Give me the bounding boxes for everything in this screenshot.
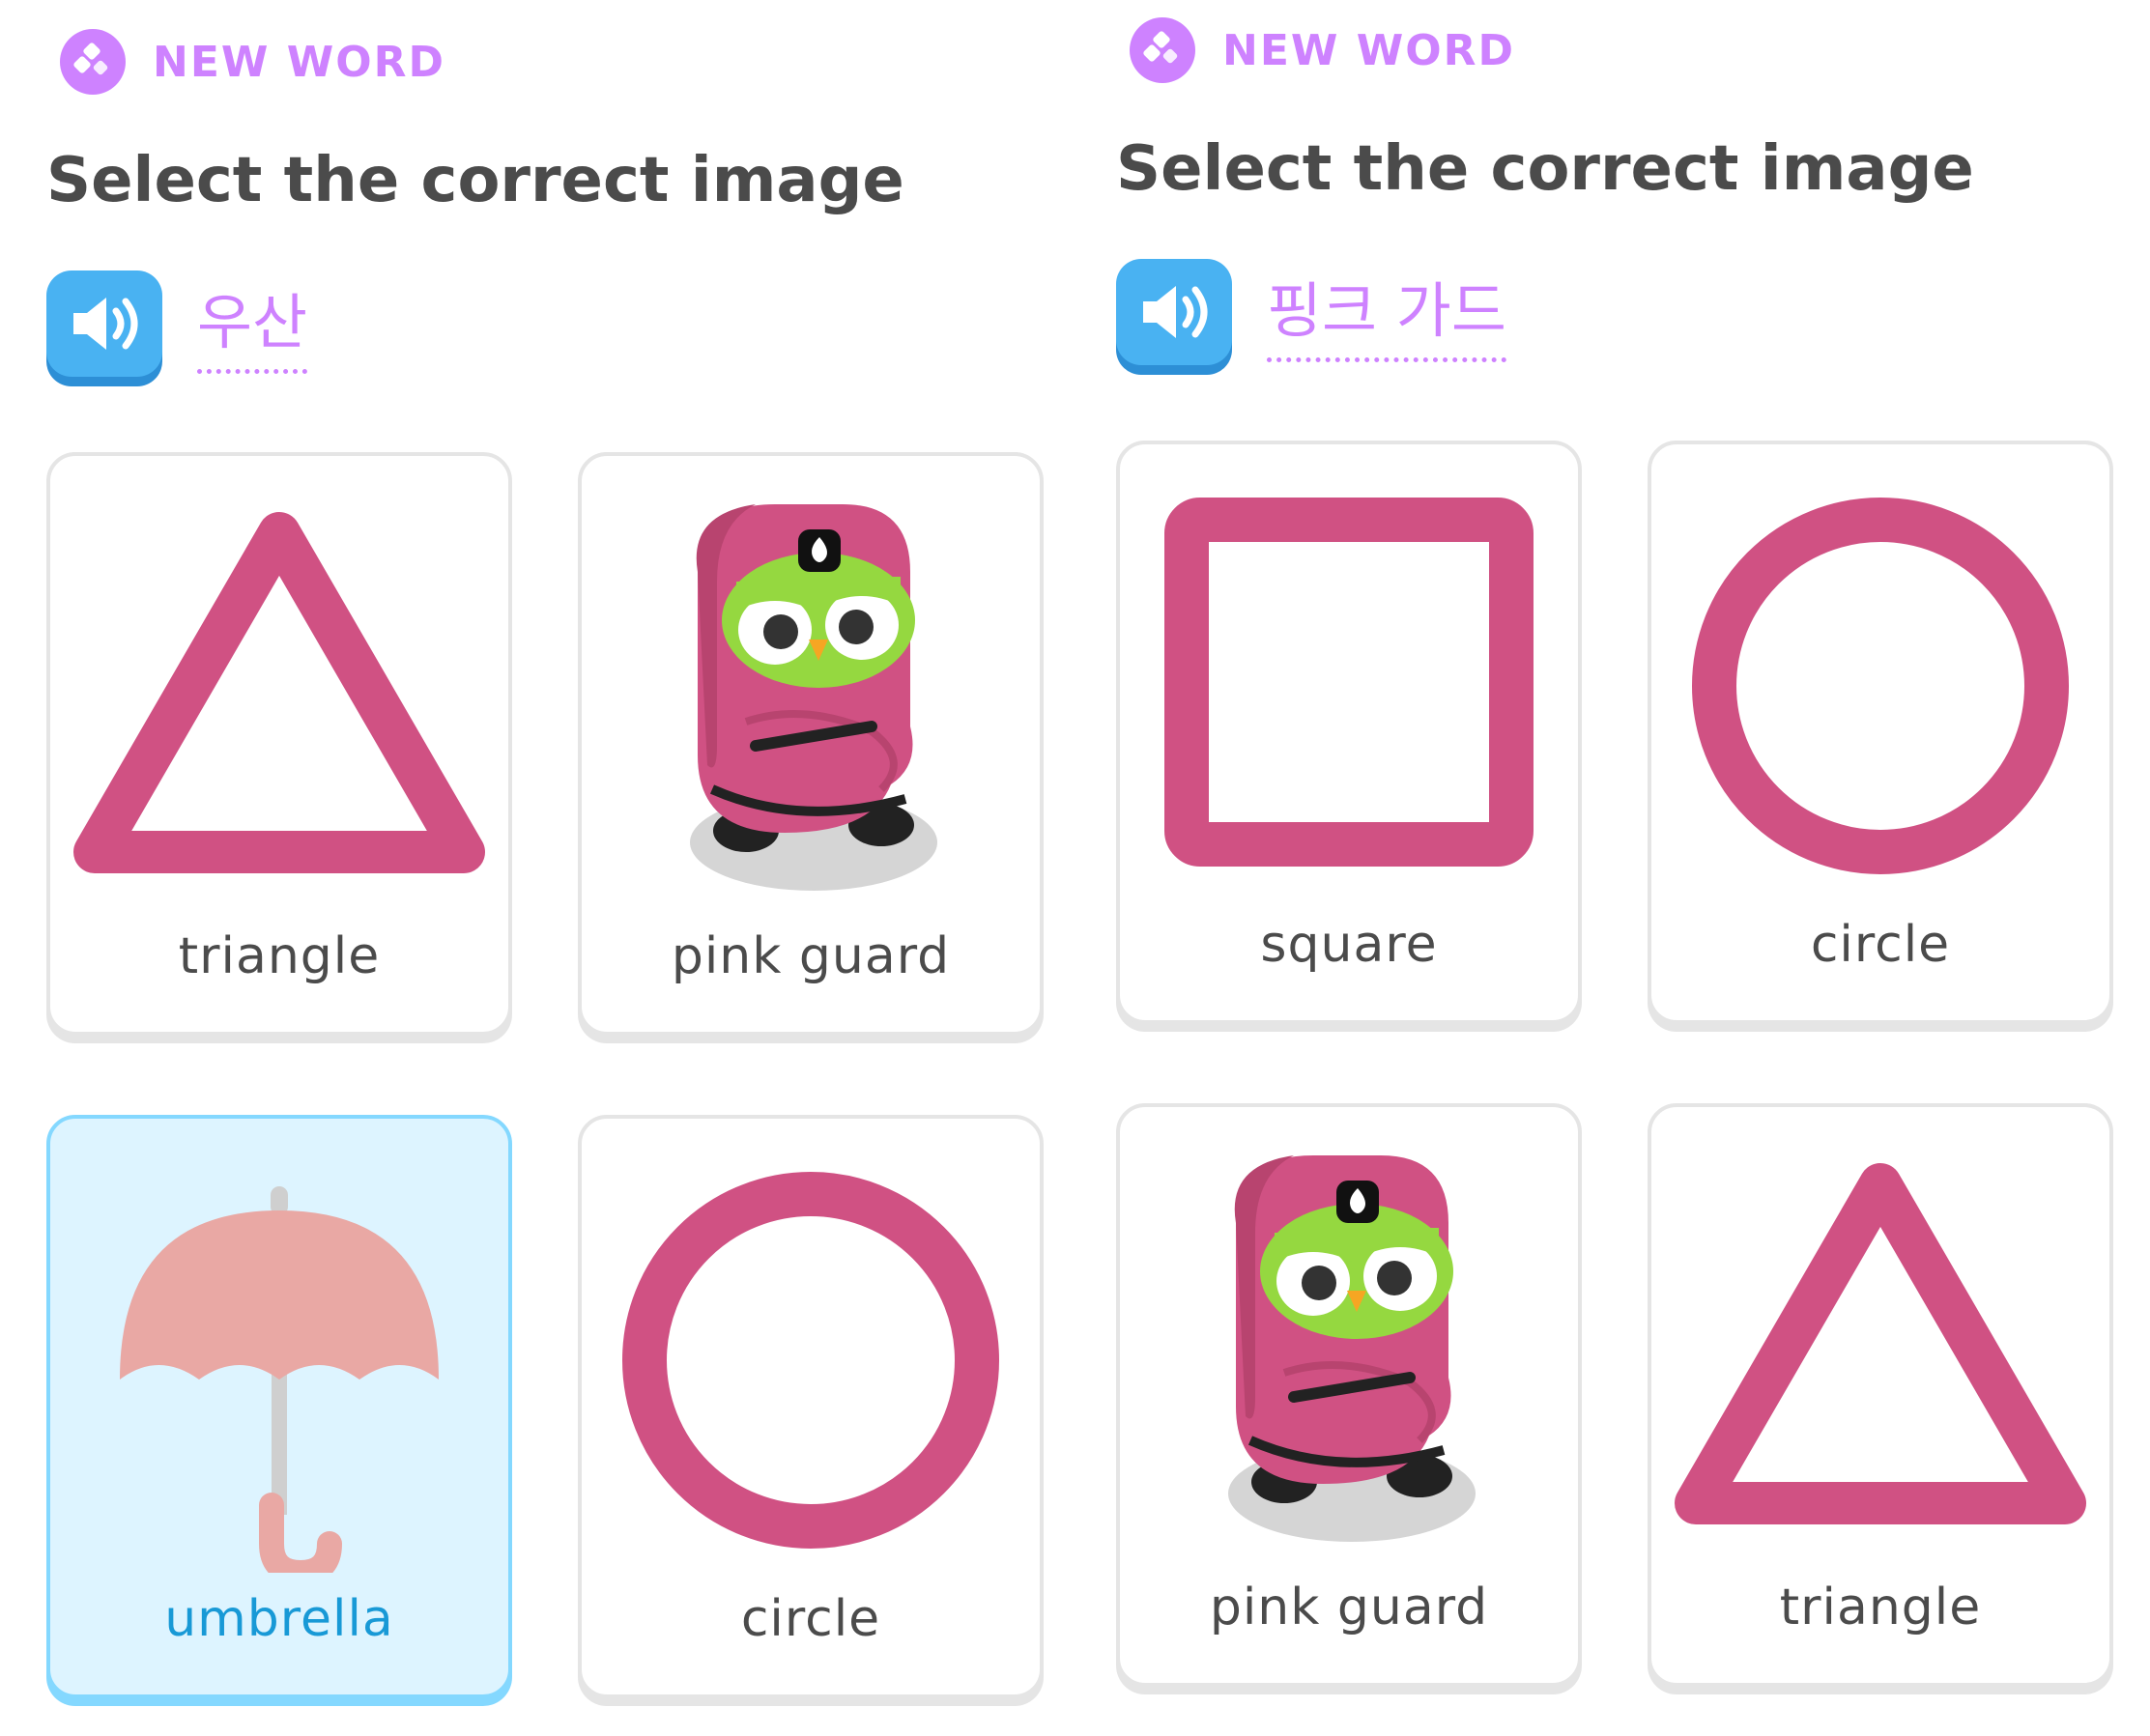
option-card-triangle[interactable]: triangle	[46, 452, 512, 1036]
option-label: circle	[740, 1590, 881, 1648]
option-label: triangle	[178, 927, 381, 985]
option-label: pink guard	[1209, 1579, 1489, 1636]
exercise-panel-2: NEW WORD Select the correct image 핑크 가드 …	[1116, 0, 2140, 1736]
play-audio-button[interactable]	[1116, 259, 1232, 365]
option-card-circle[interactable]: circle	[1648, 441, 2113, 1024]
option-label: circle	[1810, 916, 1951, 974]
new-word-icon	[60, 29, 126, 95]
option-label: triangle	[1779, 1579, 1982, 1636]
speaker-icon	[73, 298, 138, 350]
speaker-icon	[1143, 286, 1208, 338]
square-icon	[1164, 498, 1534, 867]
new-word-badge: NEW WORD	[1130, 17, 1515, 83]
target-word[interactable]: 핑크 가드	[1267, 262, 1506, 362]
triangle-icon	[1675, 1163, 2086, 1524]
pink-guard-owl-icon	[690, 504, 937, 891]
option-card-circle[interactable]: circle	[578, 1115, 1044, 1698]
option-label: umbrella	[164, 1590, 394, 1648]
option-card-umbrella[interactable]: umbrella	[46, 1115, 512, 1698]
option-label: square	[1260, 916, 1438, 974]
play-audio-button[interactable]	[46, 270, 162, 377]
exercise-panel-1: NEW WORD Select the correct image 우산 tri…	[46, 0, 1071, 1736]
instruction-title: Select the correct image	[46, 145, 904, 216]
circle-icon	[622, 1172, 999, 1549]
option-label: pink guard	[671, 927, 951, 985]
new-word-badge: NEW WORD	[60, 29, 445, 95]
prompt-row: 핑크 가드	[1116, 259, 1506, 365]
option-card-pink-guard[interactable]: pink guard	[578, 452, 1044, 1036]
option-card-pink-guard[interactable]: pink guard	[1116, 1103, 1582, 1687]
new-word-label: NEW WORD	[1222, 25, 1516, 75]
instruction-title: Select the correct image	[1116, 133, 1974, 205]
triangle-icon	[73, 512, 485, 873]
target-word[interactable]: 우산	[197, 273, 308, 374]
circle-icon	[1692, 498, 2069, 874]
pink-guard-owl-icon	[1228, 1155, 1476, 1542]
option-card-triangle[interactable]: triangle	[1648, 1103, 2113, 1687]
umbrella-icon	[120, 1186, 439, 1573]
prompt-row: 우산	[46, 270, 308, 377]
new-word-icon	[1130, 17, 1195, 83]
option-card-square[interactable]: square	[1116, 441, 1582, 1024]
new-word-label: NEW WORD	[153, 37, 446, 87]
